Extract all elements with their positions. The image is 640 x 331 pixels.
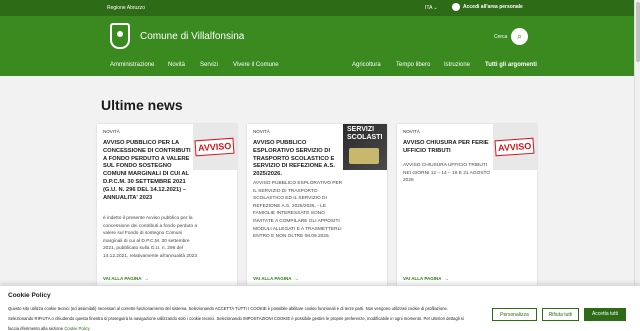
news-thumbnail: AVVISO <box>193 124 237 170</box>
cookie-settings-button[interactable]: Personalizza <box>492 308 537 321</box>
cookie-policy-link[interactable]: Cookie Policy <box>64 326 89 331</box>
news-title[interactable]: AVVISO PUBBLICO ESPLORATIVO SERVIZIO DI … <box>253 140 343 179</box>
cookie-accept-button[interactable]: Accetta tutti <box>584 308 626 321</box>
news-summary: AVVISO CHIUSURA UFFICIO TRIBUTI NEI GIOR… <box>403 163 491 184</box>
nav-item-novita[interactable]: Novità <box>168 62 185 68</box>
language-selector[interactable]: ITA ⌄ <box>425 5 438 11</box>
news-thumbnail: AVVISO <box>493 124 537 170</box>
scrollbar-thumb[interactable] <box>636 2 640 62</box>
page-scrollbar[interactable] <box>634 0 640 331</box>
cookie-text: Questo sito utilizza cookie tecnici (ed … <box>8 306 464 331</box>
top-bar: Regione Abruzzo ITA ⌄ Accedi all'area pe… <box>0 0 640 16</box>
news-thumbnail: SERVIZI SCOLASTI <box>343 124 387 170</box>
nav-item-istruzione[interactable]: Istruzione <box>444 62 470 68</box>
read-more-link[interactable]: VAI ALLA PAGINA → <box>103 276 149 281</box>
cookie-reject-button[interactable]: Rifiuta tutti <box>542 308 579 321</box>
arrow-right-icon: → <box>444 276 450 281</box>
municipality-crest-logo[interactable] <box>110 23 130 49</box>
read-more-link[interactable]: VAI ALLA PAGINA → <box>253 276 299 281</box>
login-label: Accedi all'area personale <box>463 4 523 10</box>
read-more-link[interactable]: VAI ALLA PAGINA → <box>403 276 449 281</box>
login-button[interactable]: Accedi all'area personale <box>452 3 523 11</box>
news-summary: AVVISO PUBBLICO ESPLORATIVO PER IL SERVI… <box>253 181 343 240</box>
news-category: NOVITÀ <box>253 129 270 134</box>
news-title[interactable]: AVVISO CHIUSURA PER FERIE UFFICIO TRIBUT… <box>403 140 491 156</box>
nav-item-vivere-il-comune[interactable]: Vivere il Comune <box>233 62 279 68</box>
news-card[interactable]: AVVISO NOVITÀ AVVISO PUBBLICO PER LA CON… <box>97 124 237 288</box>
arrow-right-icon: → <box>144 276 150 281</box>
arrow-right-icon: → <box>294 276 300 281</box>
search-button[interactable]: ⌕ <box>511 28 528 45</box>
news-category: NOVITÀ <box>403 129 420 134</box>
section-heading: Ultime news <box>101 97 183 113</box>
region-link[interactable]: Regione Abruzzo <box>107 5 145 11</box>
site-title[interactable]: Comune di Villalfonsina <box>140 31 244 42</box>
news-card[interactable]: SERVIZI SCOLASTI NOVITÀ AVVISO PUBBLICO … <box>247 124 387 288</box>
site-header: Comune di Villalfonsina Cerca ⌕ Amminist… <box>0 16 640 76</box>
cookie-title: Cookie Policy <box>8 292 51 299</box>
nav-item-agricoltura[interactable]: Agricoltura <box>352 62 381 68</box>
nav-item-tempo-libero[interactable]: Tempo libero <box>396 62 430 68</box>
cookie-banner: Cookie Policy Questo sito utilizza cooki… <box>0 285 640 331</box>
news-summary: è indetto il presente Avviso pubblico pe… <box>103 216 198 259</box>
user-icon <box>452 3 460 11</box>
news-title[interactable]: AVVISO PUBBLICO PER LA CONCESSIONE DI CO… <box>103 140 191 202</box>
nav-item-amministrazione[interactable]: Amministrazione <box>110 62 154 68</box>
news-category: NOVITÀ <box>103 129 120 134</box>
nav-item-servizi[interactable]: Servizi <box>200 62 218 68</box>
nav-item-tutti-gli-argomenti[interactable]: Tutti gli argomenti <box>485 62 537 68</box>
news-card[interactable]: AVVISO NOVITÀ AVVISO CHIUSURA PER FERIE … <box>397 124 537 288</box>
search-label: Cerca <box>494 34 508 40</box>
search-icon: ⌕ <box>516 31 523 41</box>
